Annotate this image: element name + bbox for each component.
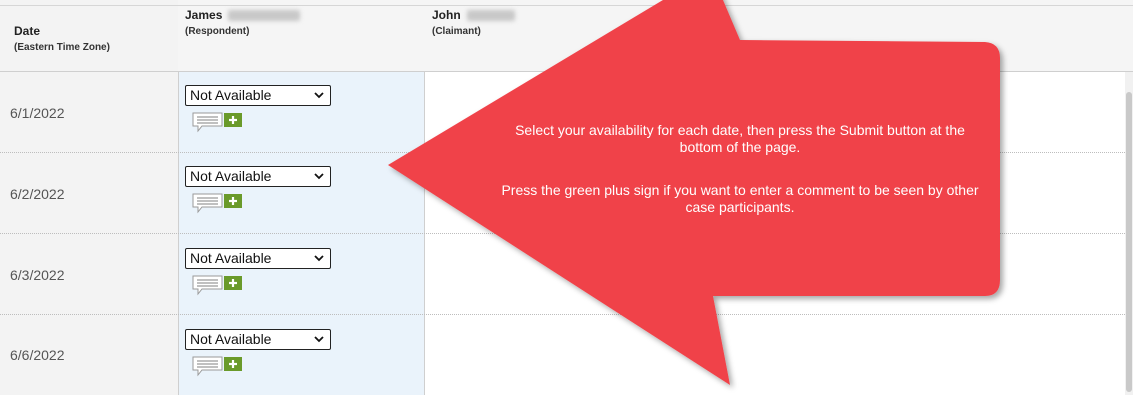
- availability-select[interactable]: Not Available: [185, 248, 331, 269]
- availability-page: Date (Eastern Time Zone) James (Responde…: [0, 0, 1133, 395]
- availability-select[interactable]: Not Available: [185, 85, 331, 106]
- availability-value: Not Available: [190, 331, 272, 347]
- chevron-down-icon: [314, 173, 324, 180]
- row-divider: [0, 233, 1133, 234]
- row-date: 6/1/2022: [10, 105, 65, 121]
- row-divider: [0, 314, 1133, 315]
- claimant-name: John: [432, 8, 461, 22]
- availability-value: Not Available: [190, 250, 272, 266]
- comment-add-icon[interactable]: [192, 192, 244, 214]
- comment-add-icon[interactable]: [192, 274, 244, 296]
- availability-value: Not Available: [190, 87, 272, 103]
- scrollbar-thumb[interactable]: [1126, 92, 1132, 392]
- callout-comment-hint: Press the green plus sign if you want to…: [501, 182, 979, 215]
- availability-select[interactable]: Not Available: [185, 166, 331, 187]
- respondent-role: (Respondent): [185, 26, 250, 37]
- table-header: [0, 0, 1133, 72]
- comment-add-icon[interactable]: [192, 111, 244, 133]
- date-header-subtitle: (Eastern Time Zone): [14, 42, 110, 53]
- respondent-name: James: [185, 8, 223, 22]
- vertical-scrollbar[interactable]: [1125, 72, 1133, 395]
- claimant-role: (Claimant): [432, 26, 481, 37]
- comment-add-icon[interactable]: [192, 355, 244, 377]
- chevron-down-icon: [314, 92, 324, 99]
- availability-select[interactable]: Not Available: [185, 329, 331, 350]
- redacted-surname: [467, 10, 515, 21]
- availability-value: Not Available: [190, 168, 272, 184]
- callout-instruction: Select your availability for each date, …: [515, 122, 965, 155]
- redacted-surname: [228, 10, 300, 21]
- row-date: 6/6/2022: [10, 347, 65, 363]
- date-header-title: Date: [14, 24, 41, 38]
- row-date: 6/2/2022: [10, 186, 65, 202]
- row-date: 6/3/2022: [10, 267, 65, 283]
- chevron-down-icon: [314, 336, 324, 343]
- chevron-down-icon: [314, 255, 324, 262]
